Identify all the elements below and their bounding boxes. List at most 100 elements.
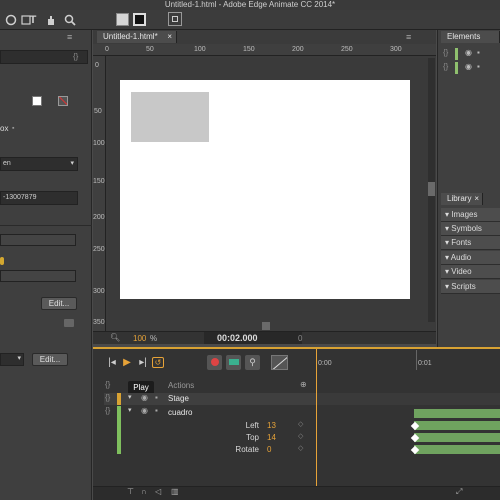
eye-icon[interactable]: ◉ bbox=[141, 393, 148, 402]
element-color-tag bbox=[455, 48, 458, 60]
vertical-scrollbar[interactable] bbox=[428, 58, 435, 322]
ruler-tick: 250 bbox=[341, 46, 353, 53]
eye-icon[interactable]: ◉ bbox=[465, 62, 472, 71]
pin-icon[interactable]: ⚲ bbox=[245, 355, 260, 370]
close-icon[interactable]: × bbox=[474, 193, 479, 205]
zoom-icon[interactable] bbox=[63, 13, 77, 27]
top-keyframe-bar[interactable] bbox=[414, 433, 500, 442]
library-section-label: Audio bbox=[450, 253, 472, 262]
empty-field[interactable] bbox=[0, 270, 76, 282]
panel-menu-icon[interactable]: ≡ bbox=[67, 32, 72, 42]
close-icon[interactable]: × bbox=[167, 31, 172, 43]
elements-row-cuadro[interactable]: {} ◉ ▪ bbox=[443, 62, 500, 74]
stroke-color-swatch[interactable] bbox=[133, 13, 146, 26]
zoom-fit-icon[interactable]: ⤢ bbox=[456, 487, 462, 497]
text-icon[interactable]: T bbox=[26, 13, 40, 27]
play-icon[interactable]: ▶ bbox=[120, 355, 134, 371]
chevron-down-icon: ▾ bbox=[17, 355, 21, 362]
preset-dropdown[interactable]: en ▾ bbox=[0, 157, 78, 171]
code-braces-icon: {} bbox=[443, 48, 449, 57]
slider-handle[interactable] bbox=[0, 257, 4, 265]
library-section-video[interactable]: ▾ Video bbox=[441, 265, 500, 279]
lock-icon[interactable]: ▪ bbox=[155, 406, 158, 415]
tab-document[interactable]: Untitled-1.html* × bbox=[97, 31, 177, 43]
edit-button[interactable]: Edit... bbox=[41, 297, 77, 310]
auto-keyframe-icon[interactable] bbox=[207, 355, 222, 370]
keyframe-toggle-icon[interactable]: ◇ bbox=[298, 432, 303, 440]
audio-icon[interactable]: ◁ bbox=[155, 487, 161, 496]
tab-elements-label: Elements bbox=[447, 32, 481, 41]
select-icon[interactable] bbox=[4, 13, 18, 27]
preset-dropdown-value: en bbox=[3, 160, 11, 167]
library-section-label: Images bbox=[451, 210, 478, 219]
ruler-tick: 100 bbox=[194, 46, 206, 53]
left-keyframe-bar[interactable] bbox=[414, 421, 500, 430]
library-section-label: Video bbox=[451, 267, 472, 276]
magnet-icon[interactable]: ∩ bbox=[141, 487, 147, 496]
go-to-end-icon[interactable]: ▸| bbox=[136, 355, 150, 371]
auto-transition-icon[interactable] bbox=[226, 355, 241, 370]
expand-arrow-icon[interactable]: ▾ bbox=[128, 406, 132, 414]
eye-icon[interactable]: ◉ bbox=[141, 406, 148, 415]
filter-icon[interactable]: ⊤ bbox=[127, 487, 134, 496]
cuadro-color-tag bbox=[117, 406, 121, 454]
elements-row-stage[interactable]: {} ◉ ▪ bbox=[443, 48, 500, 60]
tab-elements[interactable]: Elements bbox=[441, 31, 500, 43]
checkbox-icon[interactable]: ▪ bbox=[12, 125, 14, 132]
cuadro-label: cuadro bbox=[168, 408, 193, 417]
stage-label: Stage bbox=[168, 394, 189, 403]
library-section-fonts[interactable]: ▾ Fonts bbox=[441, 236, 500, 250]
rotate-keyframe-bar[interactable] bbox=[414, 445, 500, 454]
code-braces-icon[interactable]: {} bbox=[73, 52, 78, 61]
chevron-down-icon: ▾ bbox=[70, 160, 74, 167]
ruler-tick: 150 bbox=[93, 178, 105, 185]
edit-button-2[interactable]: Edit... bbox=[32, 353, 68, 366]
library-section-scripts[interactable]: ▾ Scripts bbox=[441, 280, 500, 294]
library-section-symbols[interactable]: ▾ Symbols bbox=[441, 222, 500, 236]
add-action-icon[interactable]: ⊕ bbox=[300, 380, 307, 389]
stage-fit-icon[interactable] bbox=[168, 12, 182, 26]
background-color-swatch[interactable] bbox=[32, 96, 42, 106]
cursor-dropdown[interactable]: ▾ bbox=[0, 353, 24, 366]
window-title: Untitled-1.html - Adobe Edge Animate CC … bbox=[0, 0, 500, 10]
zoom-icon: 🔍︎ bbox=[110, 333, 121, 342]
lock-icon[interactable]: ▪ bbox=[477, 48, 480, 57]
library-section-audio[interactable]: ▾ Audio bbox=[441, 251, 500, 265]
fill-color-swatch[interactable] bbox=[116, 13, 129, 26]
panel-menu-icon[interactable]: ≡ bbox=[406, 32, 411, 42]
expand-arrow-icon[interactable]: ▾ bbox=[128, 393, 132, 401]
timeline-ruler-tick: 0:01 bbox=[418, 360, 432, 367]
secondary-readout: 0 bbox=[298, 334, 303, 343]
keyframe-toggle-icon[interactable]: ◇ bbox=[298, 420, 303, 428]
lock-icon[interactable]: ▪ bbox=[477, 62, 480, 71]
overflow-color-swatch[interactable] bbox=[58, 96, 68, 106]
zoom-unit: % bbox=[150, 334, 158, 343]
library-section-images[interactable]: ▾ Images bbox=[441, 208, 500, 222]
ruler-tick: 50 bbox=[94, 108, 102, 115]
stage-status-bar: 🔍︎ 100 % 00:02.000 0 bbox=[93, 331, 436, 344]
element-color-tag bbox=[455, 62, 458, 74]
grid-icon[interactable]: ▥ bbox=[171, 487, 179, 496]
horizontal-scrollbar-thumb[interactable] bbox=[262, 322, 270, 330]
hand-icon[interactable] bbox=[44, 13, 58, 27]
id-field[interactable]: -13007879 bbox=[0, 191, 78, 205]
go-to-start-icon[interactable]: |◂ bbox=[105, 355, 119, 371]
zoom-value[interactable]: 100 bbox=[133, 334, 146, 343]
code-braces-icon: {} bbox=[443, 62, 449, 71]
keyframe-toggle-icon[interactable]: ◇ bbox=[298, 444, 303, 452]
ruler-tick: 250 bbox=[93, 246, 105, 253]
cuadro-rectangle[interactable] bbox=[131, 92, 209, 142]
tab-library[interactable]: Library × bbox=[441, 193, 483, 205]
lock-icon[interactable]: ▪ bbox=[155, 393, 158, 402]
easing-icon[interactable] bbox=[271, 355, 288, 370]
properties-panel bbox=[0, 30, 92, 500]
slider-track[interactable] bbox=[0, 234, 76, 246]
ruler-tick: 300 bbox=[93, 288, 105, 295]
eye-icon[interactable]: ◉ bbox=[465, 48, 472, 57]
ruler-tick: 150 bbox=[243, 46, 255, 53]
cuadro-keyframe-bar[interactable] bbox=[414, 409, 500, 418]
property-label-rotate: Rotate bbox=[235, 445, 259, 454]
actions-label: Actions bbox=[168, 381, 195, 390]
image-icon[interactable] bbox=[64, 319, 74, 327]
loop-icon[interactable]: ↺ bbox=[152, 357, 164, 368]
